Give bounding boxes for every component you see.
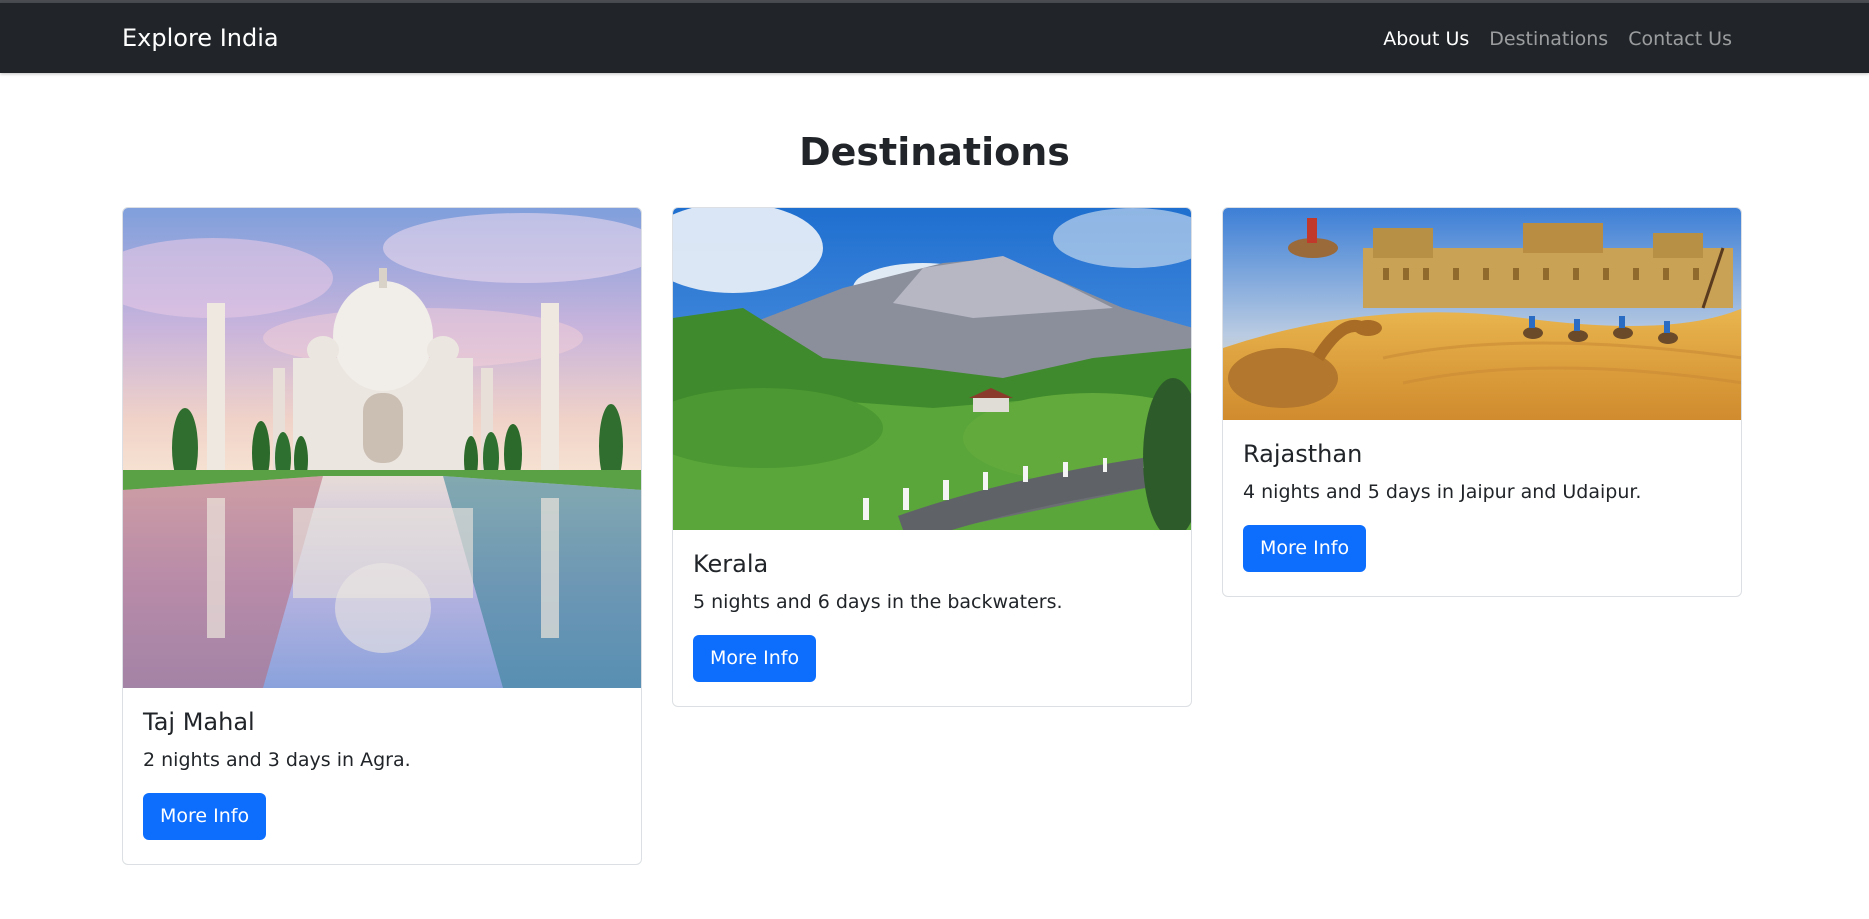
card-text: 5 nights and 6 days in the backwaters.: [693, 591, 1063, 613]
card-title: Taj Mahal: [143, 708, 255, 736]
more-info-button-rajasthan[interactable]: More Info: [1243, 525, 1367, 572]
navbar: Explore India About Us Destinations Cont…: [0, 3, 1869, 73]
more-info-button-taj-mahal[interactable]: More Info: [143, 793, 267, 840]
card-body: Taj Mahal 2 nights and 3 days in Agra. M…: [123, 688, 641, 840]
nav-link-destinations[interactable]: Destinations: [1489, 28, 1608, 50]
kerala-image: [673, 208, 1191, 530]
destination-card-rajasthan: Rajasthan 4 nights and 5 days in Jaipur …: [1222, 207, 1742, 597]
nav-link-about-us[interactable]: About Us: [1383, 28, 1469, 50]
card-text: 4 nights and 5 days in Jaipur and Udaipu…: [1243, 481, 1642, 503]
card-title: Rajasthan: [1243, 440, 1363, 468]
nav-links: About Us Destinations Contact Us: [1383, 28, 1732, 50]
brand-link[interactable]: Explore India: [122, 24, 279, 52]
card-body: Rajasthan 4 nights and 5 days in Jaipur …: [1223, 420, 1741, 572]
card-body: Kerala 5 nights and 6 days in the backwa…: [673, 530, 1191, 682]
destination-card-kerala: Kerala 5 nights and 6 days in the backwa…: [672, 207, 1192, 707]
nav-link-contact-us[interactable]: Contact Us: [1628, 28, 1732, 50]
card-title: Kerala: [693, 550, 769, 578]
more-info-button-kerala[interactable]: More Info: [693, 635, 817, 682]
taj-mahal-image: [123, 208, 641, 688]
card-text: 2 nights and 3 days in Agra.: [143, 749, 411, 771]
rajasthan-image: [1223, 208, 1741, 420]
destination-card-taj-mahal: Taj Mahal 2 nights and 3 days in Agra. M…: [122, 207, 642, 865]
page-title: Destinations: [799, 130, 1070, 174]
